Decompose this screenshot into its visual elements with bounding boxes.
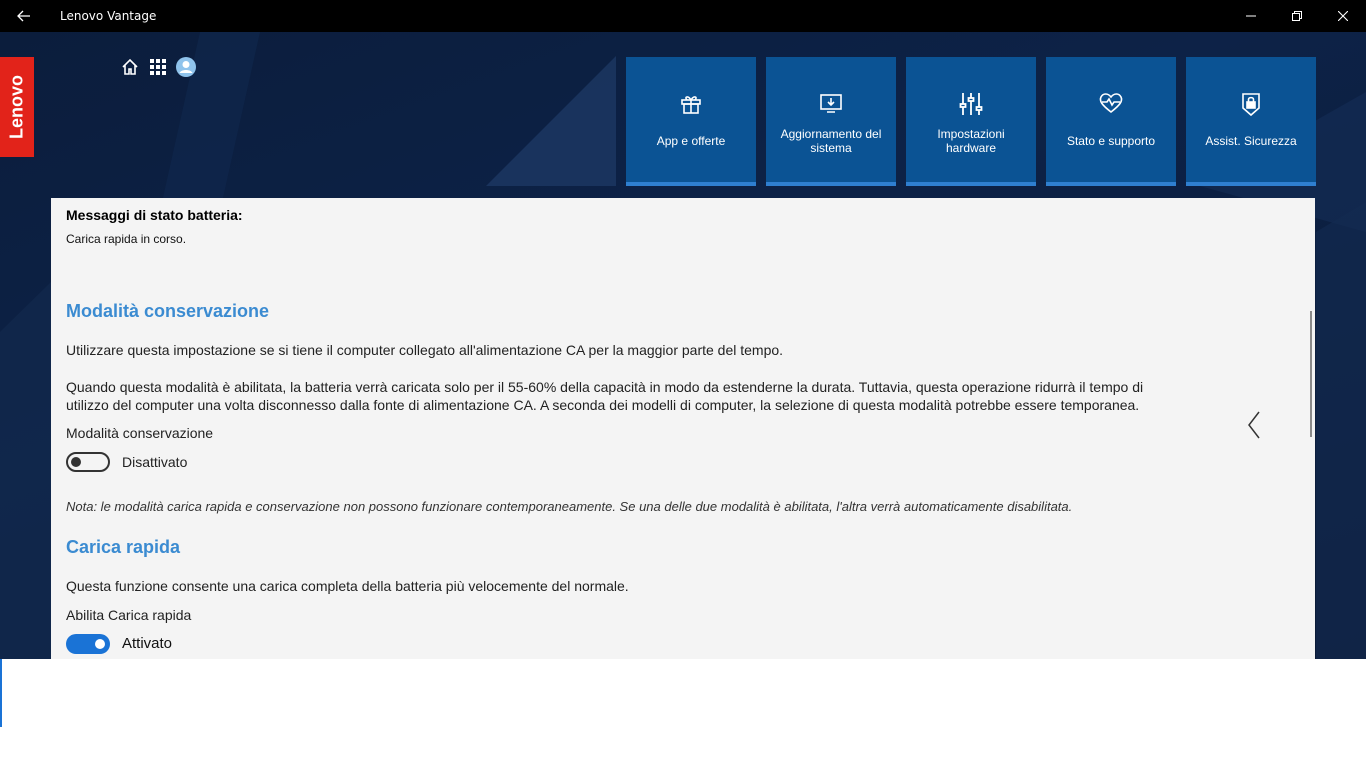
close-icon <box>1338 11 1348 21</box>
window-title: Lenovo Vantage <box>60 9 157 23</box>
back-button[interactable] <box>8 0 40 32</box>
rapid-charge-title: Carica rapida <box>66 537 181 557</box>
title-bar: Lenovo Vantage <box>0 0 1366 32</box>
minimize-button[interactable] <box>1228 0 1274 32</box>
tile-apps-offers[interactable]: App e offerte <box>626 57 756 186</box>
restore-button[interactable] <box>1274 0 1320 32</box>
app-background: Lenovo App e offerte Aggiornamento del s… <box>0 32 1366 659</box>
rapid-charge-toggle-state: Attivato <box>122 635 173 652</box>
tile-label: Stato e supporto <box>1066 134 1156 148</box>
collapse-side-panel-button[interactable] <box>1246 410 1262 440</box>
user-avatar-icon <box>176 57 196 77</box>
tile-status-support[interactable]: Stato e supporto <box>1046 57 1176 186</box>
toggle-knob <box>95 639 105 649</box>
rapid-charge-toggle-label: Abilita Carica rapida <box>66 607 192 623</box>
home-icon <box>122 58 138 75</box>
lenovo-logo-text: Lenovo <box>6 74 27 140</box>
conservation-mode-title: Modalità conservazione <box>66 301 270 321</box>
bottom-edge-indicator <box>0 659 2 727</box>
sliders-icon <box>959 93 983 115</box>
rapid-charge-description: Questa funzione consente una carica comp… <box>66 578 629 594</box>
tile-system-update[interactable]: Aggiornamento del sistema <box>766 57 896 186</box>
charging-modes-note: Nota: le modalità carica rapida e conser… <box>66 499 1073 514</box>
conservation-details: Quando questa modalità è abilitata, la b… <box>66 379 1144 413</box>
restore-icon <box>1292 11 1302 21</box>
lenovo-logo: Lenovo <box>0 57 34 157</box>
chevron-left-icon <box>1248 411 1260 439</box>
tile-label: Impostazioni hardware <box>937 127 1005 155</box>
close-button[interactable] <box>1320 0 1366 32</box>
system-update-icon <box>820 94 842 113</box>
conservation-mode-toggle[interactable] <box>66 452 110 472</box>
back-arrow-icon <box>17 10 30 22</box>
conservation-description: Utilizzare questa impostazione se si tie… <box>66 342 784 358</box>
apps-grid-icon <box>150 59 166 75</box>
minimize-icon <box>1246 15 1256 17</box>
rapid-charge-toggle[interactable] <box>66 634 110 654</box>
user-account-button[interactable] <box>175 56 197 78</box>
battery-status-heading: Messaggi di stato batteria: <box>66 207 243 223</box>
tile-security-advisor[interactable]: Assist. Sicurezza <box>1186 57 1316 186</box>
toggle-knob <box>71 457 81 467</box>
tile-hardware-settings[interactable]: Impostazioni hardware <box>906 57 1036 186</box>
tile-label: Aggiornamento del sistema <box>780 127 882 155</box>
battery-status-message: Carica rapida in corso. <box>66 232 187 246</box>
vertical-scrollbar[interactable] <box>1310 311 1312 437</box>
heart-pulse-icon <box>1099 93 1123 114</box>
lock-shield-icon <box>1242 93 1260 117</box>
tile-label: Assist. Sicurezza <box>1205 134 1297 148</box>
conservation-toggle-label: Modalità conservazione <box>66 425 214 441</box>
home-button[interactable] <box>119 56 141 78</box>
tile-label: App e offerte <box>656 134 726 148</box>
gift-icon <box>681 96 701 114</box>
apps-menu-button[interactable] <box>147 56 169 78</box>
battery-settings-panel: Messaggi di stato batteria: Carica rapid… <box>51 198 1315 659</box>
conservation-toggle-state: Disattivato <box>122 454 188 470</box>
